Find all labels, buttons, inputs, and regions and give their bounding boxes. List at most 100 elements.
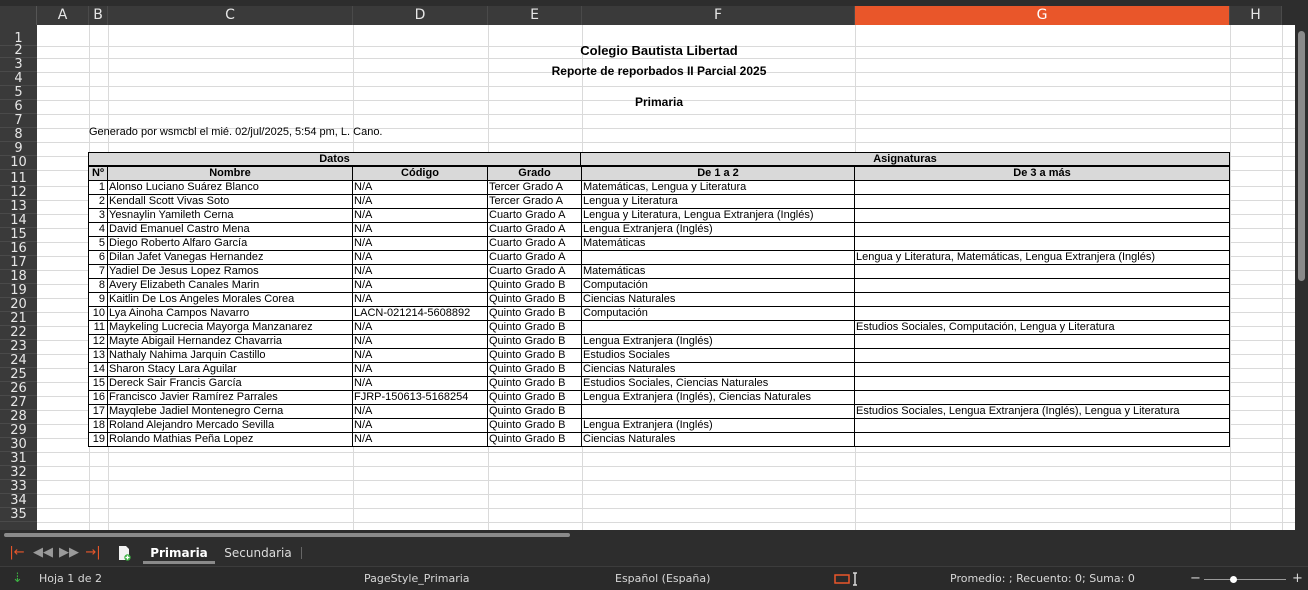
tab-secundaria[interactable]: Secundaria <box>220 542 296 564</box>
cell-de3mas[interactable] <box>855 390 1231 404</box>
cell-num[interactable]: 10 <box>89 306 108 320</box>
cell-de3mas[interactable]: Estudios Sociales, Computación, Lengua y… <box>855 320 1231 334</box>
cell-num[interactable]: 14 <box>89 362 108 376</box>
cell-codigo[interactable]: N/A <box>353 376 488 390</box>
save-state-icon[interactable]: ⇣ <box>12 567 23 590</box>
cell-de1a2[interactable]: Lengua y Literatura, Lengua Extranjera (… <box>582 208 855 222</box>
cell-de3mas[interactable] <box>855 306 1231 320</box>
cell-num[interactable]: 11 <box>89 320 108 334</box>
row-header[interactable]: 11 <box>0 172 37 186</box>
cell-num[interactable]: 8 <box>89 278 108 292</box>
row-header[interactable]: 33 <box>0 480 37 494</box>
cell-num[interactable]: 5 <box>89 236 108 250</box>
cell-de1a2[interactable]: Lengua Extranjera (Inglés) <box>582 418 855 432</box>
cell-de3mas[interactable]: Estudios Sociales, Lengua Extranjera (In… <box>855 404 1231 418</box>
cell-codigo[interactable]: N/A <box>353 222 488 236</box>
cell-grado[interactable]: Quinto Grado B <box>488 418 582 432</box>
cell-nombre[interactable]: Roland Alejandro Mercado Sevilla <box>108 418 353 432</box>
cell-codigo[interactable]: N/A <box>353 418 488 432</box>
cell-num[interactable]: 9 <box>89 292 108 306</box>
row-header[interactable]: 13 <box>0 200 37 214</box>
row-header[interactable]: 4 <box>0 72 37 86</box>
row-header[interactable]: 35 <box>0 508 37 522</box>
cell-de3mas[interactable] <box>855 362 1231 376</box>
column-header-d[interactable]: D <box>353 6 488 25</box>
cell-codigo[interactable]: N/A <box>353 180 488 194</box>
zoom-slider-handle[interactable] <box>1230 576 1237 583</box>
cell-grado[interactable]: Quinto Grado B <box>488 390 582 404</box>
cell-nombre[interactable]: Kendall Scott Vivas Soto <box>108 194 353 208</box>
column-header-e[interactable]: E <box>488 6 582 25</box>
cell-nombre[interactable]: Yadiel De Jesus Lopez Ramos <box>108 264 353 278</box>
cell-de1a2[interactable]: Lengua Extranjera (Inglés) <box>582 334 855 348</box>
cell-codigo[interactable]: LACN-021214-5608892 <box>353 306 488 320</box>
cell-num[interactable]: 17 <box>89 404 108 418</box>
cell-codigo[interactable]: N/A <box>353 320 488 334</box>
select-all-corner[interactable] <box>0 6 37 25</box>
column-header-a[interactable]: A <box>37 6 89 25</box>
row-header[interactable]: 31 <box>0 452 37 466</box>
row-header[interactable]: 9 <box>0 142 37 156</box>
row-header[interactable]: 6 <box>0 100 37 114</box>
row-header[interactable]: 29 <box>0 424 37 438</box>
cell-de1a2[interactable]: Matemáticas <box>582 264 855 278</box>
row-header[interactable]: 18 <box>0 270 37 284</box>
cell-de1a2[interactable]: Computación <box>582 306 855 320</box>
row-header[interactable]: 8 <box>0 128 37 142</box>
cell-codigo[interactable]: FJRP-150613-5168254 <box>353 390 488 404</box>
cell-grado[interactable]: Tercer Grado A <box>488 180 582 194</box>
cell-de1a2[interactable] <box>582 250 855 264</box>
cell-grado[interactable]: Tercer Grado A <box>488 194 582 208</box>
cell-nombre[interactable]: Rolando Mathias Peña Lopez <box>108 432 353 446</box>
cell-de1a2[interactable]: Ciencias Naturales <box>582 292 855 306</box>
cell-de3mas[interactable] <box>855 208 1231 222</box>
column-header-f[interactable]: F <box>582 6 855 25</box>
cell-num[interactable]: 15 <box>89 376 108 390</box>
row-header[interactable]: 20 <box>0 298 37 312</box>
cell-de1a2[interactable]: Lengua Extranjera (Inglés) <box>582 222 855 236</box>
cell-codigo[interactable]: N/A <box>353 264 488 278</box>
cell-grado[interactable]: Quinto Grado B <box>488 320 582 334</box>
cell-de3mas[interactable] <box>855 348 1231 362</box>
row-header[interactable]: 32 <box>0 466 37 480</box>
cell-codigo[interactable]: N/A <box>353 362 488 376</box>
cell-grado[interactable]: Quinto Grado B <box>488 362 582 376</box>
cell-de3mas[interactable] <box>855 194 1231 208</box>
cell-num[interactable]: 1 <box>89 180 108 194</box>
cell-de1a2[interactable]: Lengua y Literatura <box>582 194 855 208</box>
cell-codigo[interactable]: N/A <box>353 432 488 446</box>
cell-de1a2[interactable] <box>582 320 855 334</box>
language[interactable]: Español (España) <box>615 567 710 590</box>
cell-de1a2[interactable]: Lengua Extranjera (Inglés), Ciencias Nat… <box>582 390 855 404</box>
row-header[interactable]: 2 <box>0 44 37 58</box>
row-header[interactable]: 26 <box>0 382 37 396</box>
cell-grado[interactable]: Quinto Grado B <box>488 432 582 446</box>
cell-grado[interactable]: Quinto Grado B <box>488 306 582 320</box>
cell-nombre[interactable]: Mayte Abigail Hernandez Chavarria <box>108 334 353 348</box>
cell-de3mas[interactable] <box>855 432 1231 446</box>
cell-grado[interactable]: Cuarto Grado A <box>488 250 582 264</box>
zoom-in-icon[interactable]: + <box>1292 567 1303 590</box>
row-header[interactable]: 23 <box>0 340 37 354</box>
cell-grado[interactable]: Quinto Grado B <box>488 292 582 306</box>
cell-num[interactable]: 7 <box>89 264 108 278</box>
cell-de1a2[interactable]: Estudios Sociales <box>582 348 855 362</box>
cell-de3mas[interactable] <box>855 418 1231 432</box>
horizontal-scrollbar[interactable] <box>0 530 1308 540</box>
cell-nombre[interactable]: Mayqlebe Jadiel Montenegro Cerna <box>108 404 353 418</box>
cell-codigo[interactable]: N/A <box>353 292 488 306</box>
vertical-scroll-thumb[interactable] <box>1298 31 1305 281</box>
cell-nombre[interactable]: Maykeling Lucrecia Mayorga Manzanarez <box>108 320 353 334</box>
cell-de1a2[interactable]: Matemáticas, Lengua y Literatura <box>582 180 855 194</box>
cell-num[interactable]: 19 <box>89 432 108 446</box>
cell-grid[interactable]: Colegio Bautista Libertad Reporte de rep… <box>37 25 1295 530</box>
cell-codigo[interactable]: N/A <box>353 208 488 222</box>
cell-nombre[interactable]: Kaitlin De Los Angeles Morales Corea <box>108 292 353 306</box>
row-header[interactable]: 24 <box>0 354 37 368</box>
cell-nombre[interactable]: Avery Elizabeth Canales Marin <box>108 278 353 292</box>
cell-nombre[interactable]: Francisco Javier Ramírez Parrales <box>108 390 353 404</box>
cell-codigo[interactable]: N/A <box>353 236 488 250</box>
column-header-c[interactable]: C <box>108 6 353 25</box>
cell-grado[interactable]: Cuarto Grado A <box>488 208 582 222</box>
cell-codigo[interactable]: N/A <box>353 334 488 348</box>
